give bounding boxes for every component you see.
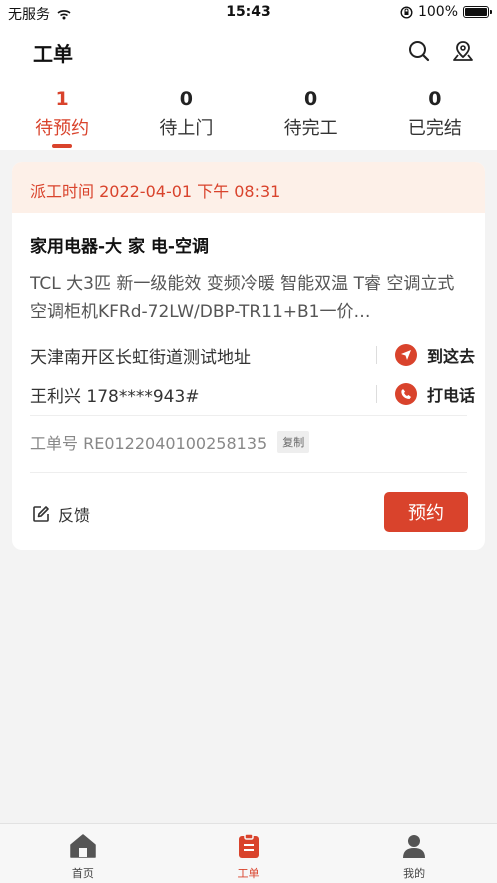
battery-percent: 100% bbox=[417, 4, 458, 20]
user-icon bbox=[403, 835, 426, 858]
order-card[interactable]: 派工时间 2022-04-01 下午 08:31 家用电器-大 家 电-空调 T… bbox=[12, 162, 485, 550]
phone-icon bbox=[394, 383, 417, 405]
status-right: 100% bbox=[400, 4, 492, 20]
tab-count: 0 bbox=[179, 88, 193, 110]
contact-row: 王利兴 178****943# 打电话 bbox=[30, 381, 475, 407]
address-row: 天津南开区长虹街道测试地址 到这去 bbox=[30, 342, 475, 368]
nav-profile[interactable]: 我的 bbox=[331, 824, 497, 883]
ticket-number: 工单号 RE0122040100258135 bbox=[30, 434, 268, 453]
nav-label: 工单 bbox=[237, 867, 260, 880]
clipboard-icon bbox=[238, 833, 259, 858]
nav-home[interactable]: 首页 bbox=[0, 824, 166, 883]
navigate-button[interactable]: 到这去 bbox=[394, 343, 475, 367]
status-bar: 无服务 15:43 100% bbox=[0, 0, 497, 26]
tab-completed[interactable]: 0 已完结 bbox=[373, 78, 497, 150]
reserve-button[interactable]: 预约 bbox=[384, 492, 468, 532]
product-category: 家用电器-大 家 电-空调 bbox=[30, 237, 209, 257]
tab-label: 已完结 bbox=[407, 118, 462, 139]
divider bbox=[30, 415, 467, 416]
contact-text: 王利兴 178****943# bbox=[30, 386, 200, 407]
tab-active-indicator bbox=[52, 144, 73, 148]
tab-count: 0 bbox=[428, 88, 442, 110]
map-button[interactable] bbox=[450, 38, 476, 64]
tab-pending-appointment[interactable]: 1 待预约 bbox=[0, 78, 124, 150]
search-icon bbox=[409, 41, 430, 62]
location-pin-icon bbox=[453, 41, 473, 61]
feedback-label: 反馈 bbox=[58, 506, 91, 525]
call-label: 打电话 bbox=[426, 386, 475, 405]
bottom-nav: 首页 工单 我的 bbox=[0, 823, 497, 883]
app-header: 工单 bbox=[0, 26, 497, 78]
navigate-icon bbox=[394, 344, 417, 366]
row-separator bbox=[375, 346, 377, 364]
battery-icon bbox=[463, 6, 492, 18]
tab-count: 1 bbox=[55, 88, 69, 110]
edit-icon bbox=[33, 506, 49, 522]
tab-pending-completion[interactable]: 0 待完工 bbox=[249, 78, 373, 150]
product-description: TCL 大3匹 新一级能效 变频冷暖 智能双温 T睿 空调立式 空调柜机KFRd… bbox=[30, 274, 455, 322]
copy-button[interactable]: 复制 bbox=[277, 431, 310, 453]
feedback-button[interactable]: 反馈 bbox=[32, 502, 90, 526]
nav-label: 首页 bbox=[71, 867, 94, 880]
ticket-row: 工单号 RE0122040100258135 复制 bbox=[30, 430, 310, 454]
tab-pending-visit[interactable]: 0 待上门 bbox=[124, 78, 248, 150]
tab-label: 待预约 bbox=[35, 118, 90, 139]
status-tabs: 1 待预约 0 待上门 0 待完工 0 已完结 bbox=[0, 78, 497, 150]
nav-label: 我的 bbox=[403, 867, 426, 880]
tab-label: 待上门 bbox=[159, 118, 214, 139]
search-button[interactable] bbox=[406, 38, 432, 64]
divider bbox=[30, 472, 467, 473]
dispatch-time: 派工时间 2022-04-01 下午 08:31 bbox=[12, 162, 485, 213]
address-text: 天津南开区长虹街道测试地址 bbox=[30, 347, 251, 368]
navigate-label: 到这去 bbox=[426, 347, 475, 366]
home-icon bbox=[70, 834, 96, 858]
tab-count: 0 bbox=[304, 88, 318, 110]
nav-orders[interactable]: 工单 bbox=[166, 824, 332, 883]
page-title: 工单 bbox=[33, 42, 73, 66]
row-separator bbox=[375, 385, 377, 403]
orientation-lock-icon bbox=[400, 5, 413, 19]
call-button[interactable]: 打电话 bbox=[394, 382, 475, 406]
tab-label: 待完工 bbox=[283, 118, 338, 139]
